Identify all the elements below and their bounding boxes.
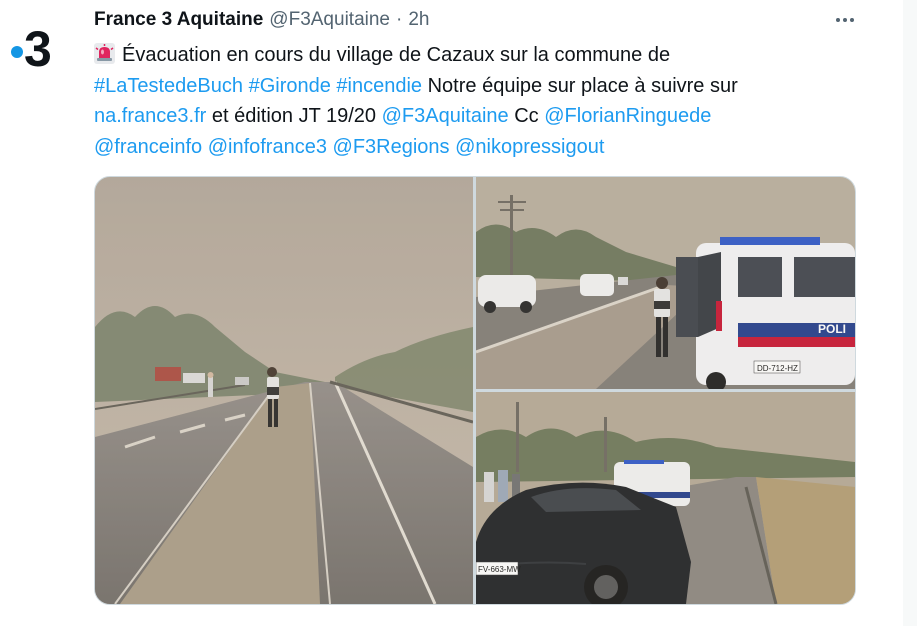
france3-logo-icon: 3 — [0, 10, 70, 80]
tweet-text-line3-mid: et édition JT 19/20 — [211, 105, 377, 127]
tweet-text-line1: Évacuation en cours du village de Cazaux… — [122, 44, 671, 66]
tweet-time[interactable]: 2h — [408, 9, 429, 31]
author-name[interactable]: France 3 Aquitaine — [94, 9, 263, 31]
avatar[interactable]: 3 — [0, 10, 70, 80]
tweet-text-line2-tail: Notre équipe sur place à suivre sur — [427, 74, 738, 97]
tweet-line-4: @franceinfo @infofrance3 @F3Regions @nik… — [94, 132, 854, 163]
road-officer-image — [95, 177, 473, 604]
tweet-line-2: #LaTestedeBuch #Gironde #incendie Notre … — [94, 71, 854, 102]
tweet-text: Évacuation en cours du village de Cazaux… — [94, 40, 854, 162]
more-options-icon[interactable] — [831, 8, 859, 32]
mention-infofrance3[interactable]: @infofrance3 — [208, 136, 327, 158]
tweet-header: France 3 Aquitaine @F3Aquitaine · 2h — [94, 8, 877, 32]
hashtag-gironde[interactable]: #Gironde — [249, 75, 331, 97]
page-scrollbar[interactable] — [903, 0, 917, 626]
mention-f3aquitaine[interactable]: @F3Aquitaine — [382, 105, 509, 127]
hashtag-latestedebuch[interactable]: #LaTestedeBuch — [94, 75, 243, 97]
black-car-image: FV-663-MW — [476, 392, 855, 604]
hashtag-incendie[interactable]: #incendie — [336, 75, 422, 97]
police-light-icon — [94, 43, 115, 64]
photo-black-car[interactable]: FV-663-MW — [476, 392, 855, 604]
photo-road-officer[interactable] — [95, 177, 473, 604]
police-van-image: POLI DD-712-HZ — [476, 177, 855, 389]
media-grid: POLI DD-712-HZ FV-663-MW — [94, 176, 856, 605]
mention-nikopressigout[interactable]: @nikopressigout — [455, 136, 604, 158]
link-na-france3[interactable]: na.france3.fr — [94, 105, 206, 127]
author-handle[interactable]: @F3Aquitaine — [269, 9, 390, 31]
separator-dot: · — [396, 9, 403, 30]
mention-franceinfo[interactable]: @franceinfo — [94, 136, 202, 158]
tweet-line-1: Évacuation en cours du village de Cazaux… — [94, 40, 854, 71]
mention-florianringuede[interactable]: @FlorianRinguede — [544, 105, 711, 127]
tweet-line-3: na.france3.fr et édition JT 19/20 @F3Aqu… — [94, 101, 854, 132]
mention-f3regions[interactable]: @F3Regions — [333, 136, 450, 158]
avatar-logo-text: 3 — [24, 21, 52, 77]
photo-police-van[interactable]: POLI DD-712-HZ — [476, 177, 855, 389]
tweet-text-cc: Cc — [514, 105, 539, 127]
